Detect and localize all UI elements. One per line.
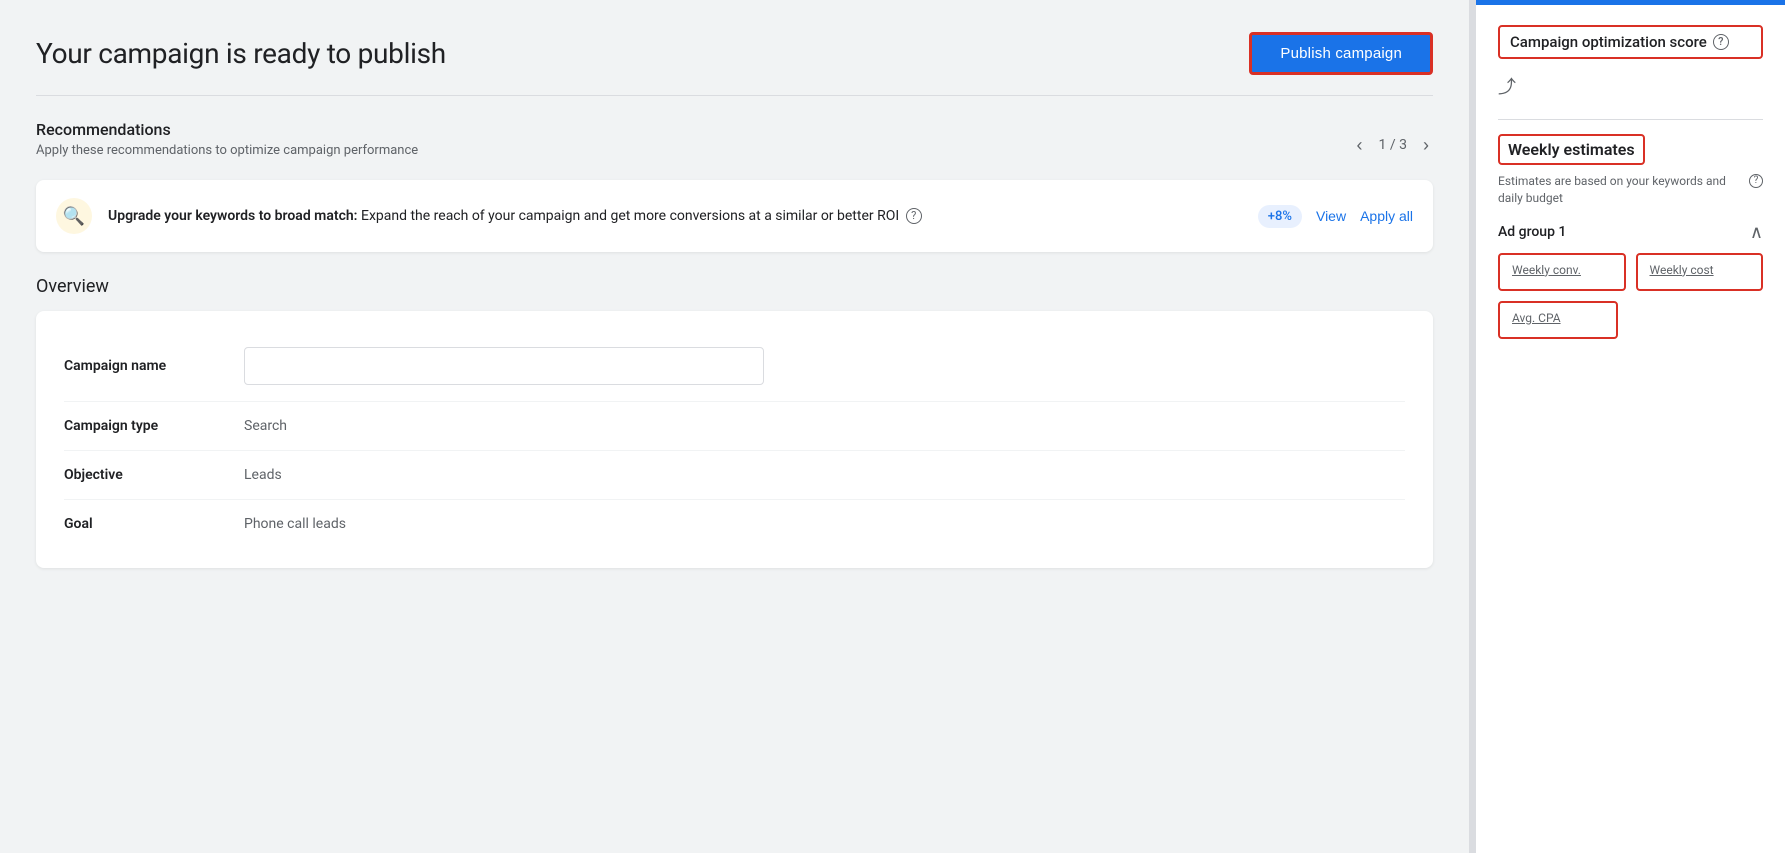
overview-row-objective: Objective Leads bbox=[64, 451, 1405, 500]
recommendation-card: 🔍 Upgrade your keywords to broad match: … bbox=[36, 180, 1433, 252]
rec-actions: +8% View Apply all bbox=[1258, 205, 1413, 228]
prev-recommendation-button[interactable]: ‹ bbox=[1353, 134, 1367, 156]
optimization-score-header: Campaign optimization score ? bbox=[1498, 25, 1763, 59]
rec-title-rest: Expand the reach of your campaign and ge… bbox=[361, 208, 899, 224]
overview-key-objective: Objective bbox=[64, 467, 244, 483]
page-indicator: 1 / 3 bbox=[1379, 137, 1407, 153]
overview-key-campaign-name: Campaign name bbox=[64, 358, 244, 374]
sidebar: Campaign optimization score ? ⤴ Weekly e… bbox=[1475, 0, 1785, 853]
weekly-conv-box: Weekly conv. bbox=[1498, 253, 1626, 291]
publish-campaign-button[interactable]: Publish campaign bbox=[1249, 32, 1433, 75]
overview-key-goal: Goal bbox=[64, 516, 244, 532]
rec-search-icon: 🔍 bbox=[56, 198, 92, 234]
ad-group-label: Ad group 1 bbox=[1498, 224, 1566, 240]
rec-text: Upgrade your keywords to broad match: Ex… bbox=[108, 206, 1242, 227]
avg-cpa-label[interactable]: Avg. CPA bbox=[1512, 311, 1604, 325]
overview-section: Overview Campaign name Campaign type Sea… bbox=[36, 276, 1433, 568]
main-content: Your campaign is ready to publish Publis… bbox=[0, 0, 1469, 853]
recommendations-sub: Apply these recommendations to optimize … bbox=[36, 143, 418, 158]
trend-icon: ⤴ bbox=[1498, 73, 1763, 99]
overview-title: Overview bbox=[36, 276, 1433, 297]
overview-row-campaign-name: Campaign name bbox=[64, 331, 1405, 402]
overview-card: Campaign name Campaign type Search Objec… bbox=[36, 311, 1433, 568]
weekly-conv-label[interactable]: Weekly conv. bbox=[1512, 263, 1612, 277]
rec-header-left: Recommendations Apply these recommendati… bbox=[36, 120, 418, 170]
weekly-estimates-section: Weekly estimates Estimates are based on … bbox=[1498, 134, 1763, 339]
overview-row-campaign-type: Campaign type Search bbox=[64, 402, 1405, 451]
recommendations-header: Recommendations Apply these recommendati… bbox=[36, 120, 1433, 170]
overview-key-campaign-type: Campaign type bbox=[64, 418, 244, 434]
weekly-estimates-info-icon[interactable]: ? bbox=[1749, 174, 1763, 188]
overview-value-campaign-type: Search bbox=[244, 418, 1405, 434]
rec-info-icon[interactable]: ? bbox=[906, 208, 922, 224]
rec-badge: +8% bbox=[1258, 205, 1302, 228]
campaign-name-input[interactable] bbox=[244, 347, 764, 385]
next-recommendation-button[interactable]: › bbox=[1419, 134, 1433, 156]
overview-row-goal: Goal Phone call leads bbox=[64, 500, 1405, 548]
sidebar-divider-1 bbox=[1498, 119, 1763, 120]
weekly-stats-grid: Weekly conv. Weekly cost bbox=[1498, 253, 1763, 291]
page-header: Your campaign is ready to publish Publis… bbox=[36, 32, 1433, 75]
campaign-name-field-wrapper bbox=[244, 347, 1405, 385]
sidebar-inner: Campaign optimization score ? ⤴ Weekly e… bbox=[1476, 5, 1785, 359]
weekly-cost-box: Weekly cost bbox=[1636, 253, 1764, 291]
header-divider bbox=[36, 95, 1433, 96]
rec-view-button[interactable]: View bbox=[1316, 208, 1346, 224]
page-title: Your campaign is ready to publish bbox=[36, 37, 446, 70]
recommendations-section: Recommendations Apply these recommendati… bbox=[36, 120, 1433, 252]
rec-title-bold: Upgrade your keywords to broad match: bbox=[108, 208, 358, 224]
weekly-estimates-subtitle-text: Estimates are based on your keywords and… bbox=[1498, 173, 1745, 207]
optimization-score-section: Campaign optimization score ? ⤴ bbox=[1498, 25, 1763, 99]
ad-group-header: Ad group 1 ∧ bbox=[1498, 223, 1763, 241]
overview-value-goal: Phone call leads bbox=[244, 516, 1405, 532]
avg-cpa-box: Avg. CPA bbox=[1498, 301, 1618, 339]
overview-value-objective: Leads bbox=[244, 467, 1405, 483]
weekly-estimates-title: Weekly estimates bbox=[1498, 134, 1645, 165]
collapse-ad-group-button[interactable]: ∧ bbox=[1750, 223, 1763, 241]
weekly-estimates-subtitle: Estimates are based on your keywords and… bbox=[1498, 173, 1763, 207]
rec-pagination: ‹ 1 / 3 › bbox=[1353, 134, 1433, 156]
optimization-score-label: Campaign optimization score bbox=[1510, 33, 1707, 51]
recommendations-label: Recommendations bbox=[36, 120, 418, 139]
weekly-cost-label[interactable]: Weekly cost bbox=[1650, 263, 1750, 277]
optimization-score-info-icon[interactable]: ? bbox=[1713, 34, 1729, 50]
rec-apply-all-button[interactable]: Apply all bbox=[1360, 208, 1413, 224]
